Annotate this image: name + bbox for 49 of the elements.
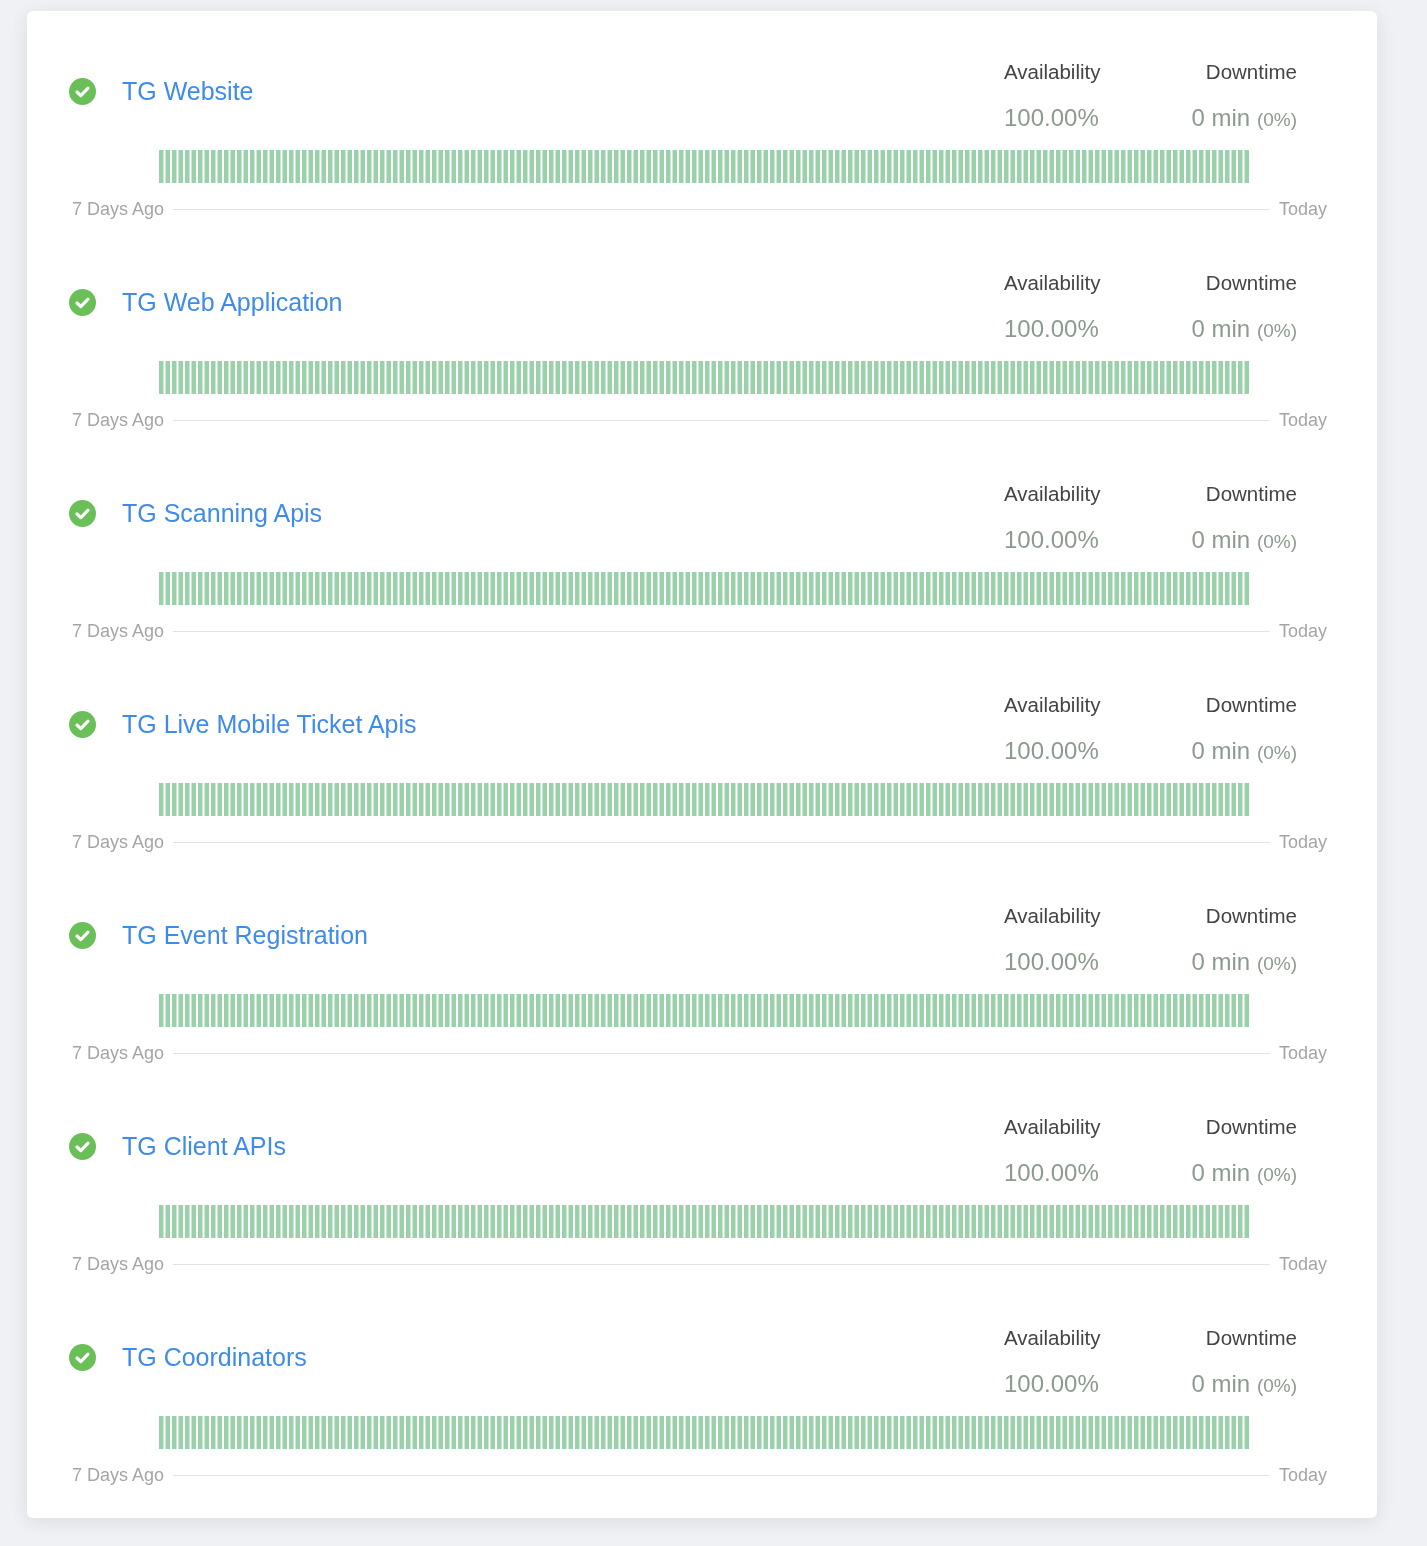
monitor-link[interactable]: TG Scanning Apis xyxy=(122,498,323,528)
monitor-link[interactable]: TG Website xyxy=(122,76,254,106)
downtime-value: 0 min (0%) xyxy=(1191,525,1297,555)
range-start-label: 7 Days Ago xyxy=(72,1043,165,1063)
monitor-link[interactable]: TG Web Application xyxy=(122,287,343,317)
range-end-label: Today xyxy=(1278,621,1327,641)
range-start-label: 7 Days Ago xyxy=(72,621,165,641)
downtime-value: 0 min (0%) xyxy=(1191,314,1297,344)
downtime-label: Downtime xyxy=(1204,60,1297,84)
downtime-value: 0 min (0%) xyxy=(1191,103,1297,133)
downtime-value: 0 min (0%) xyxy=(1191,1158,1297,1188)
availability-value: 100.00% xyxy=(1004,1158,1100,1188)
availability-value: 100.00% xyxy=(1004,947,1100,977)
availability-value: 100.00% xyxy=(1004,103,1100,133)
range-end-label: Today xyxy=(1278,1465,1327,1485)
availability-label: Availability xyxy=(1004,271,1101,295)
range-end-label: Today xyxy=(1278,199,1327,219)
availability-value: 100.00% xyxy=(1004,1369,1100,1399)
range-end-label: Today xyxy=(1278,1043,1327,1063)
monitor-link[interactable]: TG Coordinators xyxy=(122,1342,307,1372)
range-start-label: 7 Days Ago xyxy=(72,199,165,219)
range-end-label: Today xyxy=(1278,1254,1327,1274)
downtime-label: Downtime xyxy=(1204,904,1297,928)
downtime-value: 0 min (0%) xyxy=(1191,736,1297,766)
monitor-link[interactable]: TG Client APIs xyxy=(122,1131,286,1161)
availability-label: Availability xyxy=(1004,1115,1101,1139)
downtime-value: 0 min (0%) xyxy=(1191,1369,1297,1399)
monitor-link[interactable]: TG Event Registration xyxy=(122,920,368,950)
downtime-value: 0 min (0%) xyxy=(1191,947,1297,977)
range-end-label: Today xyxy=(1278,410,1327,430)
availability-label: Availability xyxy=(1004,904,1101,928)
downtime-label: Downtime xyxy=(1204,1326,1297,1350)
availability-value: 100.00% xyxy=(1004,314,1100,344)
availability-value: 100.00% xyxy=(1004,525,1100,555)
range-start-label: 7 Days Ago xyxy=(72,1465,165,1485)
downtime-label: Downtime xyxy=(1204,271,1297,295)
availability-label: Availability xyxy=(1004,1326,1101,1350)
availability-label: Availability xyxy=(1004,482,1101,506)
availability-value: 100.00% xyxy=(1004,736,1100,766)
range-start-label: 7 Days Ago xyxy=(72,1254,165,1274)
downtime-label: Downtime xyxy=(1204,482,1297,506)
downtime-label: Downtime xyxy=(1204,1115,1297,1139)
range-end-label: Today xyxy=(1278,832,1327,852)
availability-label: Availability xyxy=(1004,60,1101,84)
range-start-label: 7 Days Ago xyxy=(72,832,165,852)
range-start-label: 7 Days Ago xyxy=(72,410,165,430)
availability-label: Availability xyxy=(1004,693,1101,717)
downtime-label: Downtime xyxy=(1204,693,1297,717)
monitor-link[interactable]: TG Live Mobile Ticket Apis xyxy=(122,709,417,739)
